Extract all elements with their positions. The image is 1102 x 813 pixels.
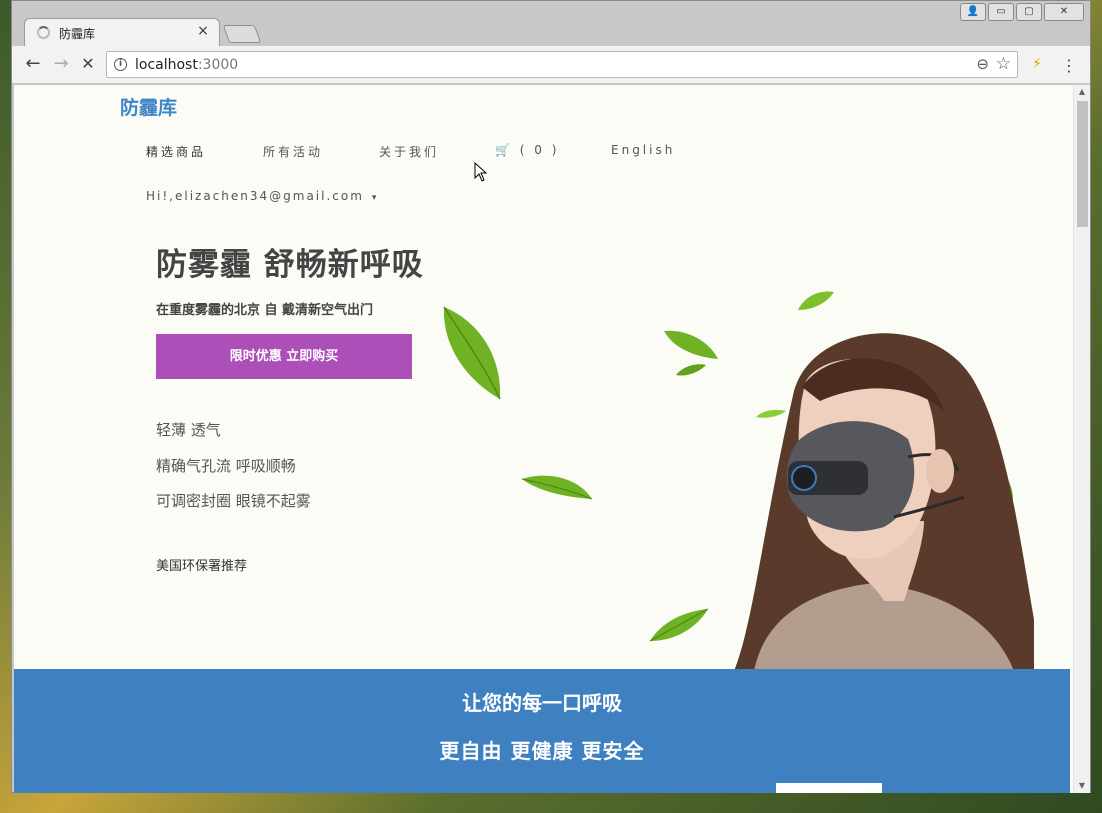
browser-window: 防霾库 × 👤 ▭ ▢ ✕ ← → ✕ i localhost:3000 ⊖ ☆… — [11, 0, 1091, 793]
buy-now-button[interactable]: 限时优惠 立即购买 — [156, 334, 412, 379]
nav-cart[interactable]: 🛒 ( 0 ) — [495, 143, 611, 160]
nav-language[interactable]: English — [611, 143, 675, 160]
user-icon[interactable]: 👤 — [960, 3, 986, 21]
extension-icon[interactable]: ⚡ — [1028, 56, 1046, 74]
site-info-icon[interactable]: i — [114, 58, 127, 71]
zoom-icon[interactable]: ⊖ — [976, 55, 989, 73]
bookmark-star-icon[interactable]: ☆ — [996, 54, 1011, 74]
user-menu[interactable]: Hi!,elizachen34@gmail.com ▾ — [146, 189, 378, 203]
page-viewport: 防霾库 精选商品 所有活动 关于我们 🛒 ( 0 ) English Hi!,e… — [14, 85, 1090, 793]
site-logo[interactable]: 防霾库 — [120, 93, 177, 120]
minimize-button[interactable]: ▭ — [988, 3, 1014, 21]
banner-line-2: 更自由 更健康 更安全 — [439, 739, 645, 763]
browser-tab[interactable]: 防霾库 × — [24, 18, 220, 46]
feature-item: 精确气孔流 呼吸顺畅 — [156, 457, 296, 475]
chevron-down-icon: ▾ — [371, 193, 379, 203]
leaf-icon — [521, 475, 593, 500]
model-with-mask-image — [734, 333, 1034, 671]
window-controls: 👤 ▭ ▢ ✕ — [960, 3, 1084, 21]
page-scrollbar[interactable]: ▲ ▼ — [1073, 85, 1090, 793]
leaf-icon — [443, 306, 501, 400]
nav-activities[interactable]: 所有活动 — [263, 143, 379, 160]
feature-item: 轻薄 透气 — [156, 421, 221, 439]
url-host: localhost — [135, 57, 198, 73]
promo-banner: 让您的每一口呼吸 更自由 更健康 更安全 — [14, 669, 1070, 793]
nav-featured[interactable]: 精选商品 — [146, 143, 263, 160]
leaf-icon — [664, 330, 718, 359]
banner-image-preview — [776, 783, 882, 793]
tab-close-icon[interactable]: × — [195, 23, 211, 39]
user-greeting: Hi!,elizachen34@gmail.com — [146, 189, 364, 203]
leaf-icon — [676, 364, 706, 376]
back-button[interactable]: ← — [22, 54, 44, 74]
main-nav: 精选商品 所有活动 关于我们 🛒 ( 0 ) English — [146, 143, 675, 160]
browser-menu-icon[interactable]: ⋮ — [1060, 56, 1078, 75]
close-window-button[interactable]: ✕ — [1044, 3, 1084, 21]
hero-title: 防雾霾 舒畅新呼吸 — [156, 247, 424, 283]
address-bar[interactable]: i localhost:3000 ⊖ ☆ — [106, 51, 1018, 78]
new-tab-button[interactable] — [222, 25, 262, 43]
tab-title: 防霾库 — [59, 27, 96, 41]
nav-about[interactable]: 关于我们 — [379, 143, 495, 160]
leaf-icon — [649, 608, 709, 642]
forward-button[interactable]: → — [50, 54, 72, 74]
recommendation-text: 美国环保署推荐 — [156, 559, 248, 574]
mouse-cursor-icon — [474, 162, 488, 182]
leaf-icon — [798, 291, 834, 310]
browser-toolbar: ← → ✕ i localhost:3000 ⊖ ☆ ⚡ ⋮ — [12, 46, 1090, 84]
scroll-down-icon[interactable]: ▼ — [1074, 779, 1090, 793]
stop-loading-button[interactable]: ✕ — [77, 54, 99, 74]
scrollbar-thumb[interactable] — [1077, 101, 1088, 227]
loading-spinner-icon — [37, 26, 50, 39]
hero-subtitle: 在重度雾霾的北京 自 戴清新空气出门 — [156, 303, 374, 318]
feature-item: 可调密封圈 眼镜不起雾 — [156, 492, 311, 510]
restore-button[interactable]: ▢ — [1016, 3, 1042, 21]
tab-strip: 防霾库 × 👤 ▭ ▢ ✕ — [12, 1, 1090, 46]
banner-line-1: 让您的每一口呼吸 — [462, 691, 622, 715]
url-text[interactable]: localhost:3000 — [135, 57, 238, 73]
scroll-up-icon[interactable]: ▲ — [1074, 85, 1090, 99]
url-port: :3000 — [197, 57, 239, 73]
